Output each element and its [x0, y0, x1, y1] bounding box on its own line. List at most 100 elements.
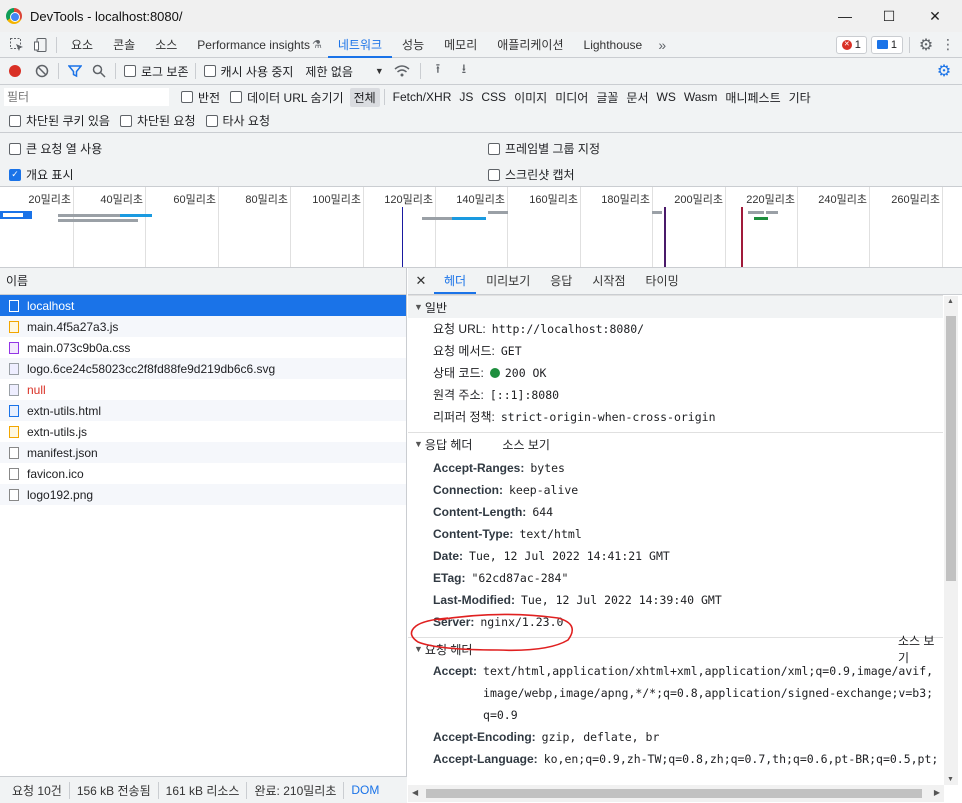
type-filter-button[interactable]: 이미지: [510, 88, 551, 107]
scroll-up-arrow-icon[interactable]: ▲: [947, 298, 954, 305]
timeline-tick-label: 220밀리초: [746, 194, 795, 206]
overview-request-bar: [652, 211, 662, 214]
detail-tab[interactable]: 응답: [540, 268, 582, 294]
js-file-icon: [9, 425, 19, 438]
minimize-button[interactable]: —: [822, 0, 868, 32]
request-row[interactable]: null: [0, 379, 406, 400]
general-row: 상태 코드: 200 OK: [408, 362, 943, 384]
type-filter-button[interactable]: Wasm: [680, 89, 722, 105]
device-toolbar-icon[interactable]: [30, 37, 52, 53]
main-tab[interactable]: Lighthouse: [574, 32, 653, 58]
request-row[interactable]: localhost: [0, 295, 406, 316]
type-filter-button[interactable]: 매니페스트: [721, 88, 784, 107]
header-value: text/html: [519, 527, 582, 541]
close-window-button[interactable]: ✕: [912, 0, 958, 32]
error-count-badge[interactable]: ✕ 1: [835, 35, 867, 54]
type-filter-button[interactable]: JS: [455, 89, 477, 105]
request-row[interactable]: main.073c9b0a.css: [0, 337, 406, 358]
inspect-element-icon[interactable]: [4, 37, 30, 53]
maximize-button[interactable]: ☐: [866, 0, 912, 32]
show-overview-checkbox[interactable]: ✓ 개요 표시: [9, 166, 74, 183]
name-column-header[interactable]: 이름: [0, 268, 406, 295]
import-har-icon[interactable]: ⭱: [425, 60, 451, 82]
settings-gear-icon[interactable]: ⚙: [914, 35, 938, 55]
type-filter-button[interactable]: WS: [653, 89, 680, 105]
detail-horizontal-scrollbar[interactable]: ◀ ▶: [408, 785, 944, 802]
detail-vertical-scrollbar[interactable]: ▲ ▼: [944, 296, 958, 785]
clear-icon[interactable]: [30, 64, 54, 78]
type-filter-button[interactable]: 기타: [785, 88, 815, 107]
third-party-checkbox[interactable]: 타사 요청: [205, 112, 270, 129]
type-filter-button[interactable]: 문서: [622, 88, 652, 107]
load-event-line: [741, 207, 743, 267]
main-tab[interactable]: Performance insights: [187, 32, 320, 58]
response-header-row: Connection: keep-alive: [408, 479, 943, 501]
type-filter-button[interactable]: 글꼴: [592, 88, 622, 107]
type-filter-button[interactable]: 미디어: [551, 88, 592, 107]
main-tab[interactable]: 요소: [61, 32, 103, 58]
request-row[interactable]: manifest.json: [0, 442, 406, 463]
throttling-select[interactable]: 제한 없음 ▼: [305, 63, 383, 80]
header-value: GET: [500, 344, 522, 358]
request-row[interactable]: main.4f5a27a3.js: [0, 316, 406, 337]
blocked-cookies-checkbox[interactable]: 차단된 쿠키 있음: [9, 112, 110, 129]
response-view-source-link[interactable]: 소스 보기: [502, 436, 550, 453]
invert-label: 반전: [198, 90, 221, 105]
scrollbar-thumb[interactable]: [426, 789, 922, 798]
general-section-header[interactable]: ▼ 일반: [408, 295, 943, 318]
request-row[interactable]: favicon.ico: [0, 463, 406, 484]
blocked-requests-checkbox[interactable]: 차단된 요청: [119, 112, 196, 129]
close-detail-icon[interactable]: ✕: [408, 273, 434, 289]
scroll-left-arrow-icon[interactable]: ◀: [412, 788, 418, 797]
filter-icon[interactable]: [63, 64, 87, 78]
request-name: null: [27, 382, 46, 397]
preserve-log-checkbox[interactable]: 로그 보존: [124, 63, 189, 80]
export-har-icon[interactable]: ⭳: [451, 60, 477, 82]
invert-checkbox[interactable]: 반전: [181, 89, 220, 106]
scrollbar-thumb[interactable]: [946, 316, 956, 581]
hide-data-urls-label: 데이터 URL 숨기기: [247, 90, 344, 105]
record-icon[interactable]: [0, 65, 30, 77]
main-tab[interactable]: 메모리: [434, 32, 487, 58]
main-tab[interactable]: 소스: [145, 32, 187, 58]
scroll-down-arrow-icon[interactable]: ▼: [947, 776, 954, 783]
hide-data-urls-checkbox[interactable]: 데이터 URL 숨기기: [230, 89, 344, 106]
main-tab[interactable]: 네트워크: [327, 32, 393, 58]
network-conditions-icon[interactable]: [388, 64, 416, 78]
more-options-icon[interactable]: ⋮: [938, 36, 958, 53]
main-tab[interactable]: 애플리케이션: [487, 32, 573, 58]
detail-tab[interactable]: 타이밍: [635, 268, 688, 294]
search-icon[interactable]: [87, 64, 111, 78]
type-filter-button[interactable]: 전체: [349, 87, 380, 107]
detail-tab[interactable]: 미리보기: [476, 268, 540, 294]
header-value: [::1]:8080: [489, 388, 560, 402]
type-filter-button[interactable]: Fetch/XHR: [389, 89, 456, 105]
detail-tab[interactable]: 시작점: [582, 268, 635, 294]
request-row[interactable]: extn-utils.html: [0, 400, 406, 421]
request-row[interactable]: logo192.png: [0, 484, 406, 505]
main-tab[interactable]: 성능: [392, 32, 434, 58]
main-tab[interactable]: 콘솔: [103, 32, 145, 58]
general-row: 리퍼러 정책: strict-origin-when-cross-origin: [408, 406, 943, 428]
request-view-source-link[interactable]: 소스 보기: [898, 632, 943, 666]
network-settings-icon[interactable]: ⚙: [932, 61, 956, 81]
response-headers-section-header[interactable]: ▼ 응답 헤더 소스 보기: [408, 432, 943, 455]
detail-tab[interactable]: 헤더: [434, 268, 477, 294]
type-filter-button[interactable]: CSS: [477, 89, 510, 105]
filter-input[interactable]: [4, 88, 169, 106]
timeline-tick-label: 180밀리초: [601, 194, 650, 206]
issues-badge[interactable]: 1: [870, 35, 903, 54]
disable-cache-checkbox[interactable]: 캐시 사용 중지: [203, 63, 293, 80]
request-row[interactable]: logo.6ce24c58023cc2f8fd88fe9d219db6c6.sv…: [0, 358, 406, 379]
group-by-frame-checkbox[interactable]: 프레임별 그룹 지정: [488, 140, 600, 157]
chrome-icon: [6, 8, 22, 24]
capture-screenshots-checkbox[interactable]: 스크린샷 캡처: [488, 166, 575, 183]
request-name: favicon.ico: [27, 466, 84, 481]
scroll-right-arrow-icon[interactable]: ▶: [934, 788, 940, 797]
network-overview-timeline[interactable]: 20밀리초 40밀리초 60밀리초 80밀리초 100밀리초 120밀리초 140밀리초 16…: [0, 187, 962, 268]
request-row[interactable]: extn-utils.js: [0, 421, 406, 442]
big-rows-checkbox[interactable]: 큰 요청 열 사용: [9, 140, 102, 157]
request-detail-pane: ✕ 헤더 미리보기 응답 시작점 타이밍 ▼ 일반 요청 URL: http://loca…: [408, 268, 962, 803]
other-file-icon: [9, 488, 19, 501]
more-tabs-icon[interactable]: »: [652, 37, 672, 53]
